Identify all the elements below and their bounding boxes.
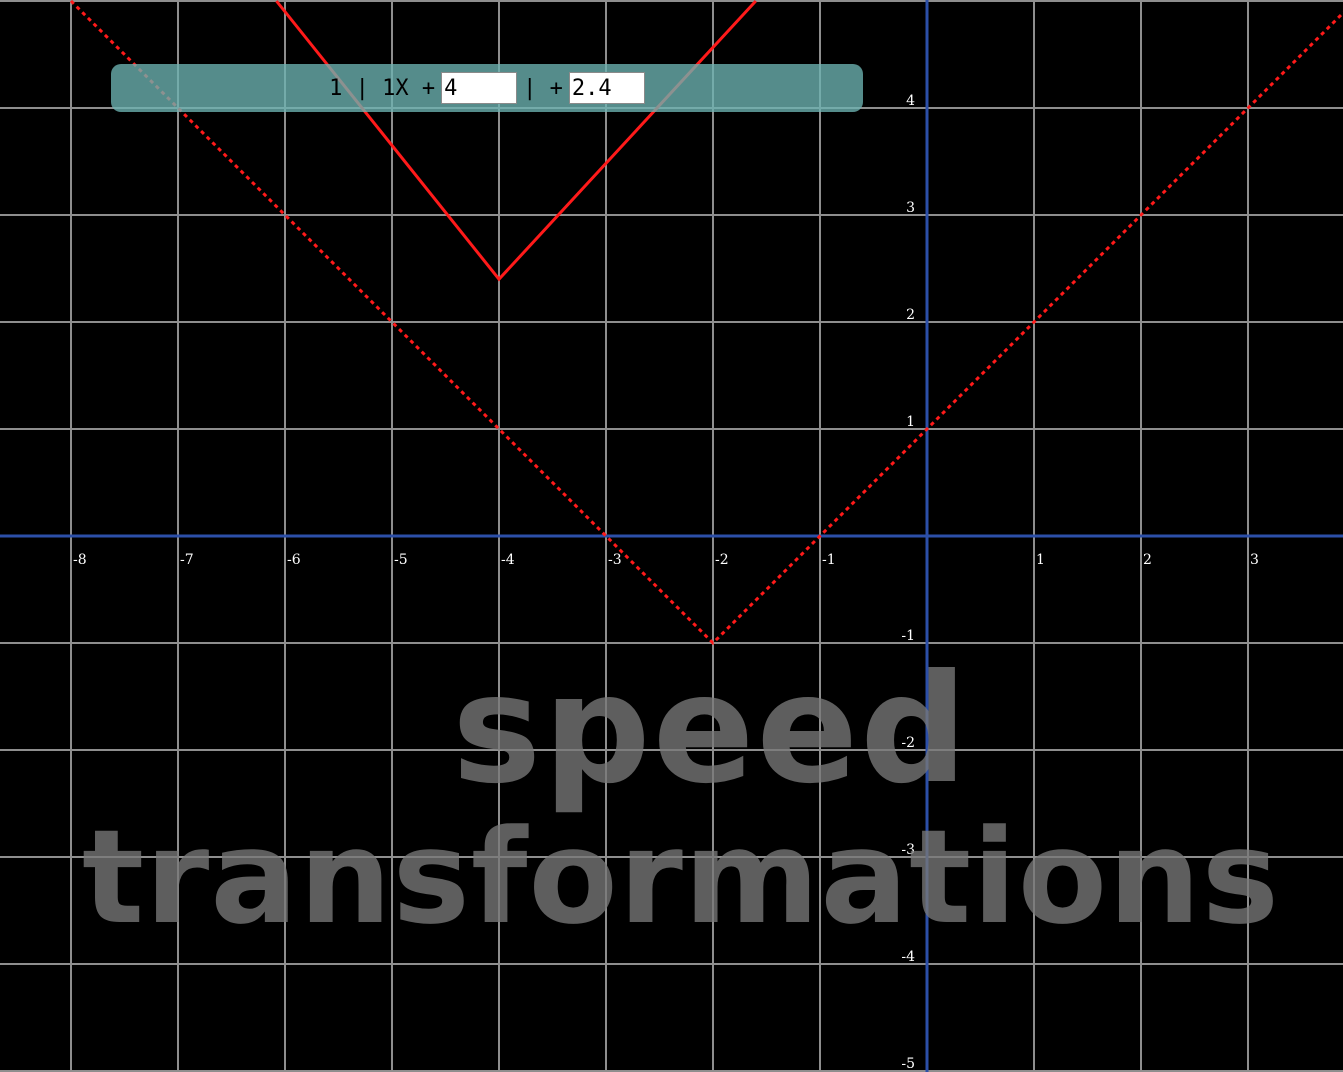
y-tick-label: -4 — [901, 949, 915, 965]
equation-middle-text: | + — [523, 75, 563, 101]
x-tick-label: -2 — [715, 552, 729, 568]
graph-stage: -8 -7 -6 -5 -4 -3 -2 -1 1 2 3 4 3 2 1 -1 -2 -3 -4 -5 speed … — [0, 0, 1343, 1072]
x-tick-label: -7 — [180, 552, 194, 568]
x-tick-label: -5 — [394, 552, 408, 568]
y-tick-label: 4 — [906, 93, 915, 109]
x-tick-label: 2 — [1143, 552, 1152, 568]
x-tick-label: -3 — [608, 552, 622, 568]
coordinate-plane: -8 -7 -6 -5 -4 -3 -2 -1 1 2 3 4 3 2 1 -1 -2 -3 -4 -5 — [0, 0, 1343, 1072]
y-tick-label: -1 — [901, 628, 915, 644]
h-value-input[interactable] — [441, 72, 518, 104]
x-tick-label: -6 — [287, 552, 301, 568]
equation-bar: 1 | 1X + | + — [111, 64, 863, 112]
transformed-function-curve — [275, 0, 757, 282]
y-tick-label: -3 — [901, 842, 915, 858]
x-tick-label: 3 — [1250, 552, 1259, 568]
y-tick-label: 1 — [906, 414, 915, 430]
equation-leading-text: 1 | 1X + — [329, 75, 436, 101]
x-tick-label: 1 — [1036, 552, 1045, 568]
y-tick-label: -2 — [901, 735, 915, 751]
tick-labels: -8 -7 -6 -5 -4 -3 -2 -1 1 2 3 4 3 2 1 -1 -2 -3 -4 -5 — [73, 93, 1259, 1072]
x-tick-label: -4 — [501, 552, 515, 568]
k-value-input[interactable] — [568, 72, 645, 104]
y-tick-label: 3 — [906, 200, 915, 216]
y-tick-label: -5 — [901, 1056, 915, 1072]
x-tick-label: -1 — [822, 552, 836, 568]
x-tick-label: -8 — [73, 552, 87, 568]
y-tick-label: 2 — [906, 307, 915, 323]
